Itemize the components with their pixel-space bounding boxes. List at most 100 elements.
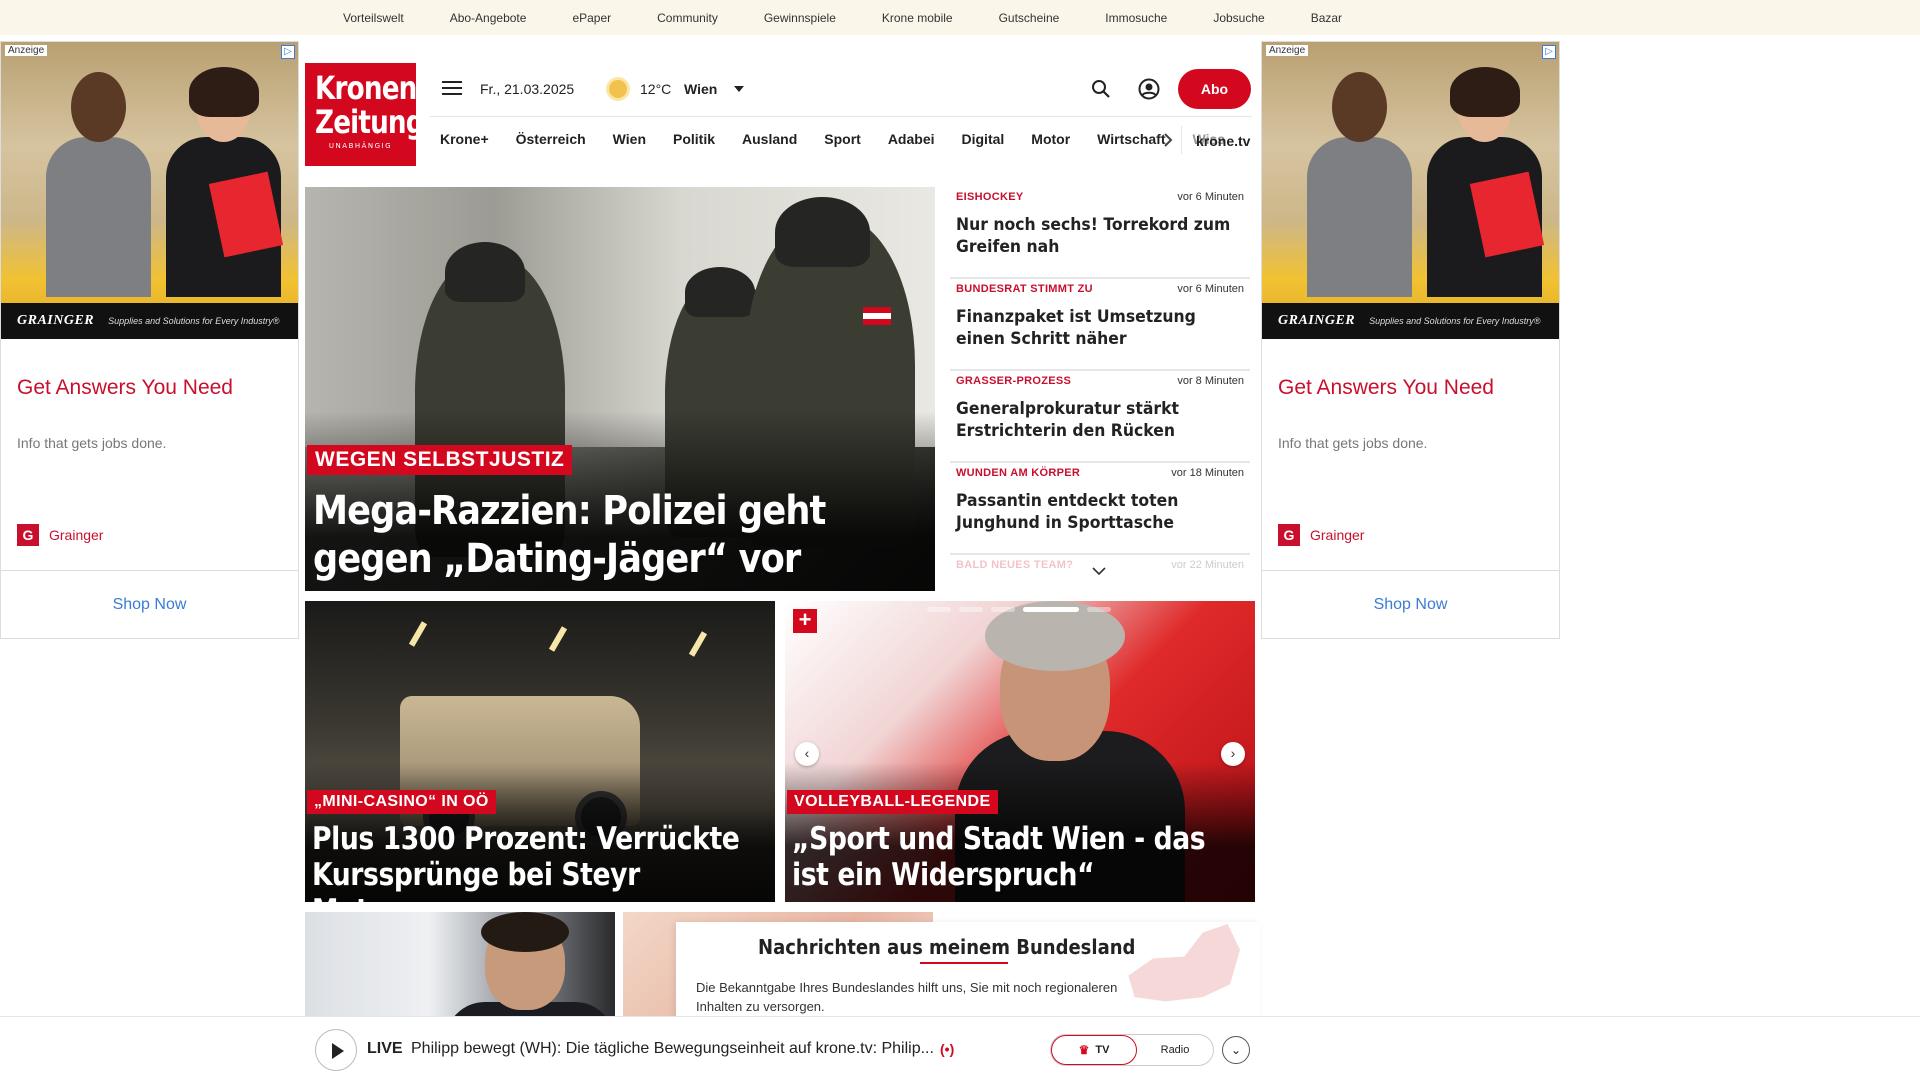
city-selector[interactable]: Wien	[684, 81, 717, 97]
utility-link-epaper[interactable]: ePaper	[572, 11, 611, 25]
logo-line-1: Kronen	[314, 69, 417, 107]
nav-item-politik[interactable]: Politik	[673, 131, 715, 147]
carousel-dots	[927, 607, 1111, 612]
temperature: 12°C	[640, 81, 672, 97]
tv-radio-toggle: ♛ TV Radio	[1050, 1034, 1214, 1066]
logo-tagline: UNABHÄNGIG	[328, 142, 393, 150]
nav-item-ausland[interactable]: Ausland	[742, 131, 797, 147]
ad-image[interactable]: Anzeige ▷ GRAINGER Supplies and Solution…	[1, 42, 298, 339]
bundesland-title-underline	[920, 962, 1008, 964]
ad-left: Anzeige ▷ GRAINGER Supplies and Solution…	[0, 41, 299, 639]
nav-item-wirtschaft[interactable]: Wirtschaft	[1097, 131, 1165, 147]
main-navigation: Krone+ Österreich Wien Politik Ausland S…	[440, 131, 1252, 147]
news-headline[interactable]: Finanzpaket ist Umsetzung einen Schritt …	[956, 306, 1232, 350]
ad-shop-now-button[interactable]: Shop Now	[1, 571, 298, 639]
top-utility-bar: Vorteilswelt Abo-Angebote ePaper Communi…	[0, 0, 1920, 35]
ceiling-light	[548, 626, 568, 652]
grainger-logo-icon: G	[1278, 524, 1300, 546]
ad-advertiser[interactable]: G Grainger	[1278, 524, 1364, 546]
hero-figure-helmet	[685, 267, 755, 317]
current-date: Fr., 21.03.2025	[480, 81, 575, 97]
ad-shop-now-button[interactable]: Shop Now	[1262, 571, 1559, 639]
ad-title[interactable]: Get Answers You Need	[1278, 376, 1494, 400]
ad-person-left	[1302, 72, 1412, 297]
news-time: vor 8 Minuten	[1177, 375, 1244, 387]
hero-article[interactable]: WEGEN SELBSTJUSTIZ Mega-Razzien: Polizei…	[305, 187, 935, 591]
utility-link-gewinnspiele[interactable]: Gewinnspiele	[764, 11, 836, 25]
radio-tab[interactable]: Radio	[1137, 1035, 1213, 1065]
utility-link-immosuche[interactable]: Immosuche	[1105, 11, 1167, 25]
carousel-dot[interactable]	[991, 607, 1015, 612]
news-item[interactable]: BUNDESRAT STIMMT ZU vor 6 Minuten Finanz…	[950, 279, 1250, 371]
ad-image[interactable]: Anzeige ▷ GRAINGER Supplies and Solution…	[1262, 42, 1559, 339]
user-account-icon[interactable]	[1138, 78, 1160, 100]
carousel-dot[interactable]	[1087, 607, 1111, 612]
ad-person-left	[41, 72, 151, 297]
search-icon[interactable]	[1091, 79, 1111, 99]
austrian-flag-patch	[863, 307, 891, 325]
play-icon[interactable]	[315, 1029, 357, 1071]
hero-headline[interactable]: Mega-Razzien: Polizei geht gegen „Dating…	[313, 487, 841, 583]
ad-advertiser-name: Grainger	[1310, 527, 1365, 543]
ad-choices-icon[interactable]: ▷	[281, 45, 295, 59]
abo-button[interactable]: Abo	[1178, 69, 1251, 109]
broadcast-icon: (•)	[940, 1041, 955, 1057]
nav-item-krone-plus[interactable]: Krone+	[440, 131, 489, 147]
article-card[interactable]: „MINI-CASINO“ IN OÖ Plus 1300 Prozent: V…	[305, 601, 775, 902]
kronen-zeitung-logo[interactable]: Kronen Zeitung UNABHÄNGIG	[305, 63, 425, 166]
tv-tab[interactable]: ♛ TV	[1051, 1035, 1137, 1065]
hero-figure-helmet	[445, 242, 525, 302]
grainger-logo-icon: G	[17, 524, 39, 546]
news-time: vor 22 Minuten	[1171, 559, 1244, 571]
nav-item-wien[interactable]: Wien	[613, 131, 646, 147]
carousel-dot[interactable]	[927, 607, 951, 612]
chevron-right-icon[interactable]	[1163, 133, 1173, 147]
article-card-carousel[interactable]: + ‹ › VOLLEYBALL-LEGENDE „Sport und Stad…	[785, 601, 1255, 902]
chevron-down-icon[interactable]	[734, 86, 744, 92]
carousel-dot-active[interactable]	[1023, 607, 1079, 612]
utility-link-abo-angebote[interactable]: Abo-Angebote	[450, 11, 527, 25]
news-headline[interactable]: Passantin entdeckt toten Junghund in Spo…	[956, 490, 1232, 534]
ceiling-light	[408, 621, 428, 647]
ad-title[interactable]: Get Answers You Need	[17, 376, 233, 400]
ad-choices-icon[interactable]: ▷	[1542, 45, 1556, 59]
nav-item-sport[interactable]: Sport	[824, 131, 861, 147]
ad-person-right	[1422, 67, 1545, 297]
nav-item-oesterreich[interactable]: Österreich	[516, 131, 586, 147]
utility-link-vorteilswelt[interactable]: Vorteilswelt	[343, 11, 404, 25]
ad-brand-tagline: Supplies and Solutions for Every Industr…	[108, 316, 280, 326]
nav-item-motor[interactable]: Motor	[1031, 131, 1070, 147]
utility-link-jobsuche[interactable]: Jobsuche	[1213, 11, 1264, 25]
news-item[interactable]: WUNDEN AM KÖRPER vor 18 Minuten Passanti…	[950, 463, 1250, 555]
ceiling-light	[688, 631, 708, 657]
utility-link-krone-mobile[interactable]: Krone mobile	[882, 11, 953, 25]
ad-right: Anzeige ▷ GRAINGER Supplies and Solution…	[1261, 41, 1560, 639]
utility-link-bazar[interactable]: Bazar	[1311, 11, 1342, 25]
news-time: vor 18 Minuten	[1171, 467, 1244, 479]
chevron-down-icon[interactable]: ⌄	[1222, 1036, 1250, 1064]
live-player-bar: LIVE Philipp bewegt (WH): Die tägliche B…	[0, 1016, 1920, 1080]
hamburger-menu-icon[interactable]	[442, 81, 462, 97]
logo-line-2: Zeitung	[314, 103, 425, 141]
news-headline[interactable]: Nur noch sechs! Torrekord zum Greifen na…	[956, 214, 1232, 258]
card-headline[interactable]: „Sport und Stadt Wien - das ist ein Wide…	[792, 821, 1222, 893]
card-headline[interactable]: Plus 1300 Prozent: Verrückte Kurssprünge…	[312, 821, 742, 902]
ad-advertiser[interactable]: G Grainger	[17, 524, 103, 546]
utility-link-gutscheine[interactable]: Gutscheine	[999, 11, 1060, 25]
nav-item-adabei[interactable]: Adabei	[888, 131, 935, 147]
bundesland-title: Nachrichten aus meinem Bundesland	[758, 935, 1136, 959]
nav-item-krone-tv[interactable]: krone.tv	[1196, 133, 1250, 149]
crown-icon: ♛	[1078, 1043, 1090, 1057]
krone-plus-icon: +	[793, 609, 817, 633]
ad-brand-strip: GRAINGER Supplies and Solutions for Ever…	[1, 303, 298, 339]
chevron-down-icon[interactable]	[1092, 566, 1106, 576]
nav-item-digital[interactable]: Digital	[962, 131, 1005, 147]
news-headline[interactable]: Generalprokuratur stärkt Erstrichterin d…	[956, 398, 1232, 442]
live-program-title[interactable]: Philipp bewegt (WH): Die tägliche Bewegu…	[411, 1040, 934, 1058]
carousel-dot[interactable]	[959, 607, 983, 612]
latest-news-list: EISHOCKEY vor 6 Minuten Nur noch sechs! …	[950, 187, 1250, 577]
news-item[interactable]: EISHOCKEY vor 6 Minuten Nur noch sechs! …	[950, 187, 1250, 279]
news-item[interactable]: GRASSER-PROZESS vor 8 Minuten Generalpro…	[950, 371, 1250, 463]
utility-link-community[interactable]: Community	[657, 11, 718, 25]
bundesland-text: Die Bekanntgabe Ihres Bundeslandes hilft…	[696, 980, 1118, 1014]
